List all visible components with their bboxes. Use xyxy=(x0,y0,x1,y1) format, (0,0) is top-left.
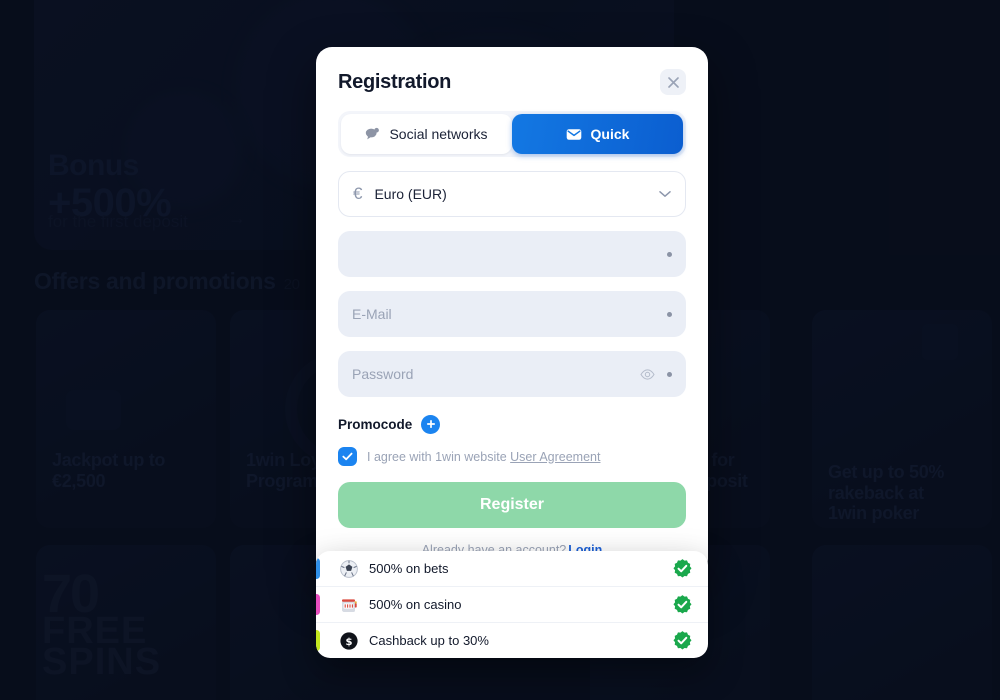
eye-icon[interactable] xyxy=(640,368,655,380)
bonus-accent-bar xyxy=(316,630,320,651)
required-dot-indicator xyxy=(667,311,672,317)
bonus-accent-bar xyxy=(316,558,320,579)
envelope-icon xyxy=(566,128,582,141)
email-field[interactable] xyxy=(338,291,686,337)
promocode-label: Promocode xyxy=(338,417,413,432)
tab-quick[interactable]: Quick xyxy=(512,114,683,154)
close-icon xyxy=(667,76,679,88)
required-dot-indicator xyxy=(667,251,672,257)
password-input[interactable] xyxy=(352,351,634,397)
bonus-list-item-label: Cashback up to 30% xyxy=(369,633,489,648)
promocode-row: Promocode xyxy=(338,415,686,434)
bonus-list-panel: 500% on bets 500% on casino $ Cashback u… xyxy=(316,551,708,658)
euro-symbol-icon: € xyxy=(353,184,363,203)
bonus-list-item[interactable]: 500% on casino xyxy=(316,586,708,622)
password-field[interactable] xyxy=(338,351,686,397)
registration-dialog: Registration Social networks Quick € Eur… xyxy=(316,47,708,575)
auth-method-tabs: Social networks Quick xyxy=(338,111,686,157)
agreement-row: I agree with 1win website User Agreement xyxy=(338,447,686,466)
bonus-list-item-label: 500% on bets xyxy=(369,561,449,576)
register-button[interactable]: Register xyxy=(338,482,686,528)
check-icon xyxy=(342,448,353,466)
verified-check-icon xyxy=(673,631,692,650)
tab-social-networks-label: Social networks xyxy=(389,126,488,142)
tab-quick-label: Quick xyxy=(590,126,630,142)
soccer-ball-icon xyxy=(340,559,358,578)
agreement-checkbox[interactable] xyxy=(338,447,357,466)
dialog-header: Registration xyxy=(316,47,708,95)
slot-machine-icon xyxy=(340,596,358,614)
cashback-icon: $ xyxy=(340,631,358,650)
add-promocode-button[interactable] xyxy=(421,415,441,434)
close-dialog-button[interactable] xyxy=(660,69,686,95)
bonus-accent-bar xyxy=(316,594,320,615)
dialog-title: Registration xyxy=(338,70,452,93)
currency-select[interactable]: € Euro (EUR) xyxy=(338,171,686,217)
plus-icon xyxy=(426,417,436,432)
bonus-list-item-label: 500% on casino xyxy=(369,597,462,612)
tab-social-networks[interactable]: Social networks xyxy=(341,114,512,154)
svg-text:$: $ xyxy=(346,636,353,647)
currency-select-value: Euro (EUR) xyxy=(374,186,447,202)
required-dot-indicator xyxy=(667,371,672,377)
agreement-text-prefix: I agree with 1win website xyxy=(367,449,507,464)
chevron-down-icon xyxy=(659,190,671,198)
country-field[interactable] xyxy=(338,231,686,277)
user-agreement-link[interactable]: User Agreement xyxy=(510,450,600,464)
bonus-list-item[interactable]: $ Cashback up to 30% xyxy=(316,622,708,658)
bonus-list-item[interactable]: 500% on bets xyxy=(316,551,708,586)
country-input[interactable] xyxy=(352,231,655,277)
email-input[interactable] xyxy=(352,291,655,337)
verified-check-icon xyxy=(673,559,692,578)
agreement-text: I agree with 1win website User Agreement xyxy=(367,450,600,464)
chat-bubble-icon xyxy=(365,127,380,141)
verified-check-icon xyxy=(673,595,692,614)
